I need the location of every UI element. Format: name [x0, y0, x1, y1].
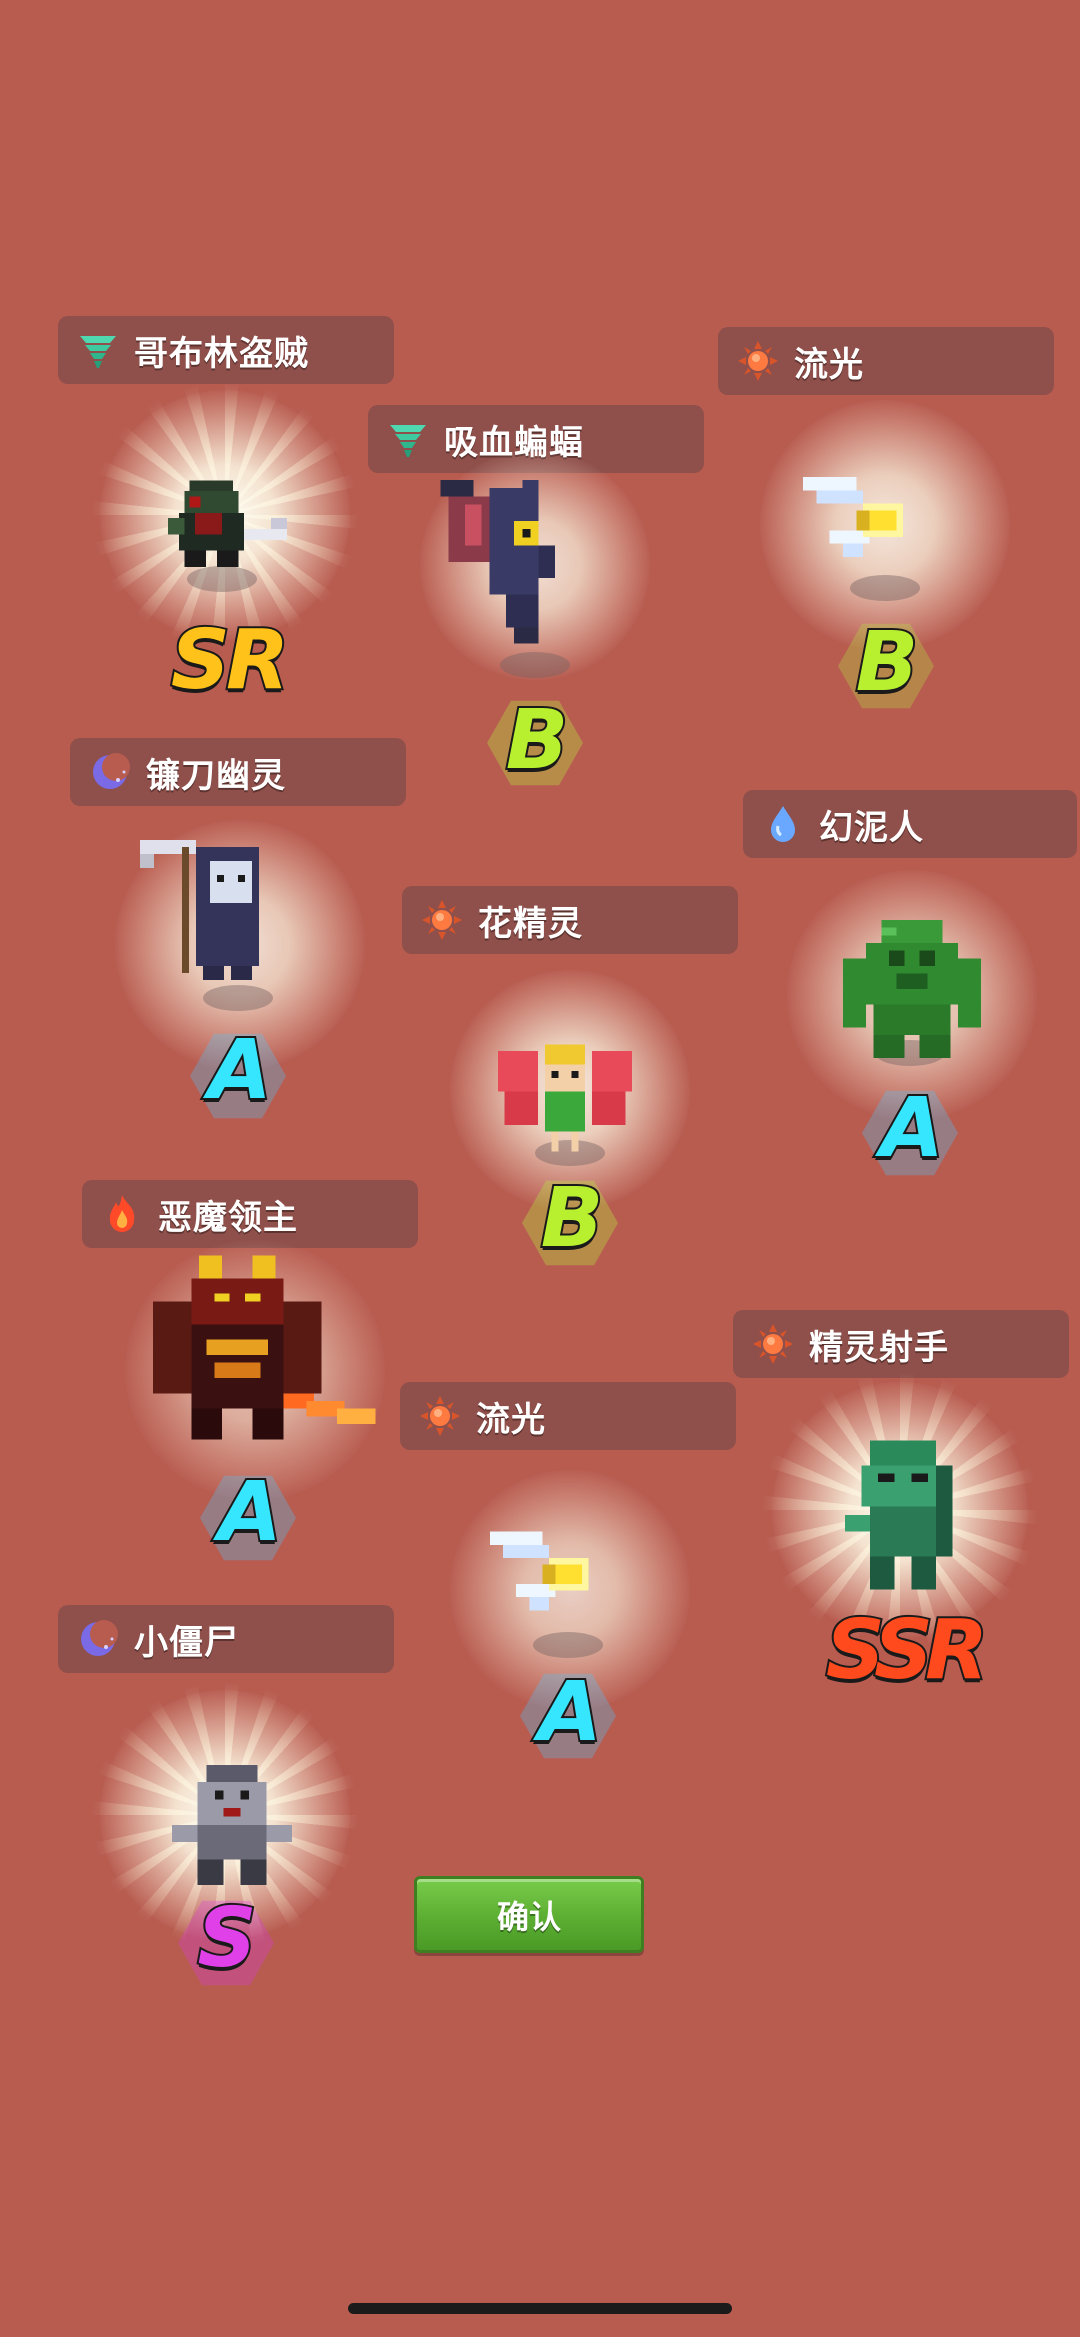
unit-name: 花精灵 — [478, 903, 583, 944]
sun-element-icon — [753, 1324, 793, 1364]
rank-badge-a: A — [216, 1465, 283, 1560]
rank-badge-b: B — [539, 1171, 606, 1266]
rank-badge-a: A — [878, 1081, 945, 1176]
moon-element-icon — [81, 1620, 118, 1656]
demon-lord-sprite — [153, 1255, 376, 1440]
unit-name-tag: 幻泥人 — [743, 790, 1077, 858]
rank-badge-a: A — [206, 1023, 273, 1118]
rank-badge-b: B — [504, 693, 571, 788]
rank-badge-a: A — [536, 1665, 603, 1760]
little-zombie-sprite — [172, 1765, 292, 1885]
rank-badge-ssr: SSR — [824, 1603, 990, 1698]
unit-name-tag: 精灵射手 — [733, 1310, 1069, 1378]
sprite-shadow — [850, 575, 920, 601]
unit-name-tag: 小僵尸 — [58, 1605, 394, 1673]
wind-element-icon — [390, 425, 426, 457]
rank-badge-s: S — [195, 1891, 258, 1986]
sun-element-icon — [422, 900, 462, 940]
moon-element-icon — [93, 753, 130, 789]
rank-badge-sr: SR — [169, 613, 291, 708]
rank-badge-b: B — [854, 615, 921, 710]
unit-name-tag: 流光 — [400, 1382, 736, 1450]
water-drop-icon — [771, 806, 795, 842]
unit-name: 小僵尸 — [134, 1622, 239, 1663]
unit-name: 恶魔领主 — [158, 1197, 298, 1238]
flower-fairy-sprite — [498, 1044, 632, 1152]
home-indicator[interactable] — [348, 2303, 732, 2314]
unit-name: 流光 — [476, 1399, 546, 1440]
unit-name-tag: 流光 — [718, 327, 1054, 395]
unit-name: 幻泥人 — [819, 807, 924, 848]
unit-name: 精灵射手 — [809, 1327, 949, 1368]
sun-element-icon — [420, 1396, 460, 1436]
phantom-mudman-sprite — [843, 920, 981, 1058]
scythe-ghost-sprite — [140, 840, 259, 980]
unit-name-tag: 恶魔领主 — [82, 1180, 418, 1248]
sun-element-icon — [738, 341, 778, 381]
wind-element-icon — [80, 336, 116, 368]
unit-name-tag: 花精灵 — [402, 886, 738, 954]
sprite-shadow — [533, 1632, 603, 1658]
unit-name: 镰刀幽灵 — [146, 755, 286, 796]
unit-name-tag: 哥布林盗贼 — [58, 316, 394, 384]
streamer-fairy-sprite — [803, 477, 903, 557]
vampire-bat-sprite — [440, 480, 556, 644]
unit-name: 流光 — [794, 344, 864, 385]
confirm-button[interactable]: 确认 — [414, 1876, 644, 1953]
goblin-thief-sprite — [168, 480, 288, 567]
unit-name: 哥布林盗贼 — [134, 333, 309, 374]
streamer-fairy-sprite — [490, 1531, 589, 1611]
fire-element-icon — [109, 1195, 135, 1232]
elf-archer-sprite — [845, 1440, 953, 1590]
unit-name-tag: 镰刀幽灵 — [70, 738, 406, 806]
